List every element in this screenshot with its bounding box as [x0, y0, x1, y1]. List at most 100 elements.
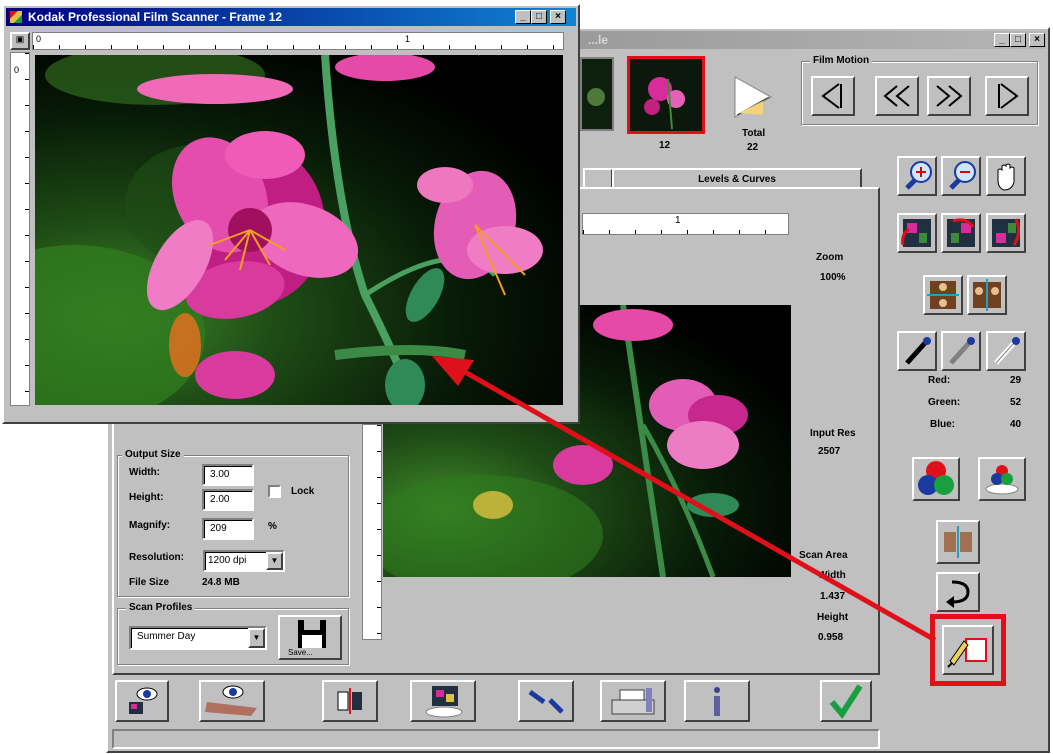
thumbnail-current-image — [630, 59, 702, 131]
save-profile-label: Save... — [288, 648, 313, 657]
file-size-value: 24.8 MB — [202, 577, 240, 588]
flip-horizontal-button[interactable] — [967, 275, 1007, 315]
frame-minimize-button[interactable]: _ — [515, 10, 531, 24]
color-adjust-icon — [985, 465, 1019, 495]
thumbnail-current-frame[interactable] — [627, 56, 705, 134]
scan-area-label: Scan Area — [799, 550, 848, 561]
thumbnail-prev-image — [582, 59, 612, 129]
film-fast-back-button[interactable] — [875, 76, 919, 116]
output-width-label: Width: — [129, 467, 161, 478]
magnify-input[interactable]: 209 — [202, 518, 254, 540]
scan-profile-select[interactable]: Summer Day — [129, 626, 267, 650]
rotate-right-icon — [947, 218, 975, 247]
magnify-label: Magnify: — [129, 520, 171, 531]
eyedropper-white-icon — [994, 337, 1020, 365]
compare-button[interactable] — [322, 680, 378, 722]
main-close-button[interactable]: × — [1029, 33, 1045, 47]
batch-scan-button[interactable] — [410, 680, 476, 722]
batch-scan-icon — [425, 686, 463, 718]
save-profile-button[interactable]: Save... — [278, 615, 342, 660]
crop-tool-button[interactable] — [942, 625, 994, 675]
red-value: 29 — [1010, 375, 1022, 386]
undo-button[interactable] — [936, 572, 980, 612]
resolution-value: 1200 dpi — [208, 555, 247, 566]
resolution-label: Resolution: — [129, 552, 184, 563]
rotate-right-button[interactable] — [941, 213, 981, 253]
white-point-eyedropper-button[interactable] — [986, 331, 1026, 371]
flip-horizontal-icon — [973, 279, 1001, 311]
zoom-in-button[interactable] — [897, 156, 937, 196]
mirror-preview-button[interactable] — [936, 520, 980, 564]
frame-window-app-icon — [10, 11, 22, 23]
lily-photo — [35, 55, 543, 405]
film-forward-end-button[interactable] — [985, 76, 1029, 116]
color-adjust-button[interactable] — [978, 457, 1026, 501]
frame-close-button[interactable]: × — [550, 10, 566, 24]
main-minimize-button[interactable]: _ — [994, 33, 1010, 47]
rotate-180-button[interactable] — [986, 213, 1026, 253]
zoom-out-button[interactable] — [941, 156, 981, 196]
info-button[interactable] — [684, 680, 750, 722]
color-balance-button[interactable] — [912, 457, 960, 501]
preview-horizontal-ruler: 1 — [582, 213, 789, 235]
film-fast-forward-button[interactable] — [927, 76, 971, 116]
black-point-eyedropper-button[interactable] — [897, 331, 937, 371]
ruler-unit-button[interactable]: ▣ — [10, 32, 30, 50]
film-motion-title: Film Motion — [810, 55, 873, 66]
tab-previous[interactable] — [583, 168, 613, 188]
rotate-left-button[interactable] — [897, 213, 937, 253]
total-frames-icon — [733, 75, 773, 119]
sharpen-button[interactable] — [518, 680, 574, 722]
frame-horizontal-ruler: 0 1 — [32, 32, 564, 50]
scan-profiles-title: Scan Profiles — [126, 602, 196, 613]
frame-maximize-button[interactable]: □ — [531, 10, 547, 24]
lock-checkbox[interactable] — [268, 485, 281, 498]
output-size-title: Output Size — [122, 449, 184, 460]
prescan-button[interactable] — [115, 680, 169, 722]
scanner-icon — [611, 688, 655, 715]
pan-hand-button[interactable] — [986, 156, 1026, 196]
output-width-input[interactable]: 3.00 — [202, 464, 254, 486]
input-res-label: Input Res — [810, 428, 856, 439]
main-maximize-button[interactable]: □ — [1010, 33, 1026, 47]
ok-button[interactable] — [820, 680, 872, 722]
fast-forward-icon — [936, 85, 963, 107]
scan-width-label: Width — [818, 570, 846, 581]
lock-label: Lock — [291, 486, 315, 497]
blue-value: 40 — [1010, 419, 1022, 430]
rotate-180-icon — [992, 218, 1021, 247]
frame-vertical-ruler: 0 — [10, 52, 30, 406]
hand-icon — [997, 163, 1015, 191]
undo-arrow-icon — [946, 580, 970, 608]
flip-vertical-button[interactable] — [923, 275, 963, 315]
gray-point-eyedropper-button[interactable] — [941, 331, 981, 371]
total-value: 22 — [747, 142, 759, 153]
file-size-label: File Size — [129, 577, 170, 588]
scan-profile-dropdown-arrow[interactable]: ▼ — [248, 628, 265, 648]
status-bar — [112, 729, 880, 749]
film-rewind-start-button[interactable] — [811, 76, 855, 116]
blue-label: Blue: — [930, 419, 955, 430]
checkmark-icon — [829, 684, 863, 720]
percent-label: % — [268, 521, 277, 532]
scanner-info-button[interactable] — [600, 680, 666, 722]
tab-levels-curves-label: Levels & Curves — [698, 174, 776, 185]
color-balance-icon — [918, 461, 954, 495]
preview-ruler-mark: 1 — [675, 215, 681, 226]
scan-width-value: 1.437 — [820, 591, 846, 602]
sharpen-icon — [528, 689, 564, 714]
tab-levels-curves[interactable]: Levels & Curves — [612, 168, 862, 188]
resolution-dropdown-arrow[interactable]: ▼ — [266, 552, 283, 570]
preview-film-button[interactable] — [199, 680, 265, 722]
eye-scan-icon — [129, 687, 158, 714]
red-label: Red: — [928, 375, 951, 386]
forward-end-icon — [998, 83, 1019, 109]
info-icon — [714, 687, 720, 716]
output-height-input[interactable]: 2.00 — [202, 489, 254, 511]
frame-ruler-start: 0 — [36, 34, 42, 44]
thumbnail-prev-frame[interactable] — [580, 57, 614, 131]
eyedropper-gray-icon — [949, 337, 975, 365]
green-label: Green: — [928, 397, 961, 408]
main-window-title: ...le — [588, 33, 609, 47]
total-label: Total — [742, 128, 766, 139]
